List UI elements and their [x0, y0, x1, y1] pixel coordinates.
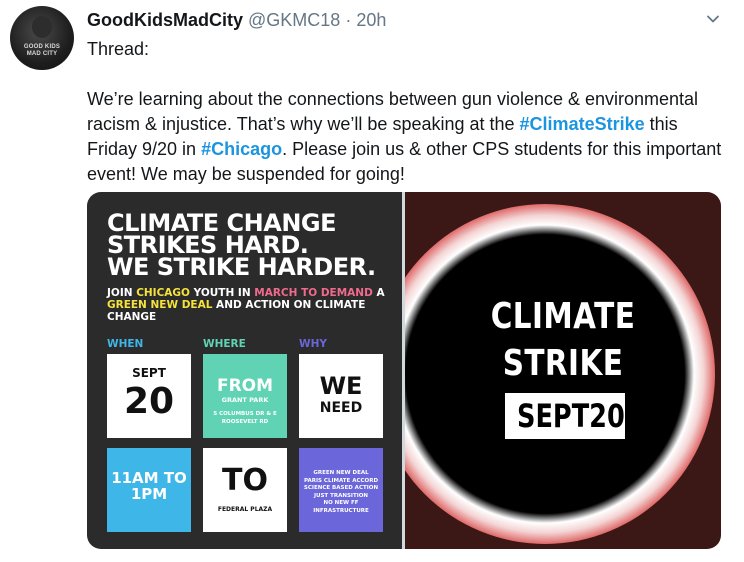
tweet-body: We’re learning about the connections bet…	[87, 87, 727, 187]
thread-label: Thread:	[87, 39, 150, 59]
tile-location: FROM GRANT PARK S COLUMBUS DR & E ROOSEV…	[203, 354, 287, 438]
tile-time: 11AM TO 1PM	[107, 448, 191, 532]
user-handle[interactable]: @GKMC18	[248, 10, 340, 30]
tile-destination: TO FEDERAL PLAZA	[203, 448, 287, 532]
hashtag-climatestrike[interactable]: #ClimateStrike	[520, 114, 645, 134]
avatar-logo-text: GOOD KIDS MAD CITY	[23, 44, 61, 57]
chevron-down-icon[interactable]	[706, 12, 720, 26]
tweet-text: Thread: We’re learning about the connect…	[87, 37, 727, 187]
poster-image-left[interactable]: CLIMATE CHANGE STRIKES HARD. WE STRIKE H…	[87, 192, 402, 549]
poster-date-box: SEPT20	[505, 393, 625, 439]
tweet-header: GoodKidsMadCity @GKMC18 · 20h	[87, 8, 386, 32]
poster-subtitle: JOIN CHICAGO YOUTH IN MARCH TO DEMAND A …	[107, 287, 385, 323]
hashtag-chicago[interactable]: #Chicago	[201, 139, 282, 159]
avatar-figure	[32, 16, 52, 38]
label-when: WHEN	[107, 338, 144, 350]
tile-why: WE NEED	[299, 354, 383, 438]
poster-climate-text: CLIMATE	[490, 296, 636, 337]
poster-title: CLIMATE CHANGE STRIKES HARD. WE STRIKE H…	[107, 209, 376, 281]
poster-date-text: SEPT20	[517, 397, 625, 435]
tile-date: SEPT 20	[107, 354, 191, 438]
timestamp[interactable]: 20h	[356, 10, 386, 30]
avatar[interactable]: GOOD KIDS MAD CITY	[10, 6, 74, 70]
poster-image-right[interactable]: CLIMATE STRIKE SEPT20	[405, 192, 721, 549]
tile-demands: GREEN NEW DEAL PARIS CLIMATE ACCORD SCIE…	[299, 448, 383, 532]
label-why: WHY	[299, 338, 327, 350]
poster-strike-text: STRIKE	[502, 343, 624, 384]
media-grid: CLIMATE CHANGE STRIKES HARD. WE STRIKE H…	[87, 192, 721, 549]
label-where: WHERE	[203, 338, 246, 350]
display-name[interactable]: GoodKidsMadCity	[87, 10, 243, 30]
separator-dot: ·	[345, 10, 352, 30]
